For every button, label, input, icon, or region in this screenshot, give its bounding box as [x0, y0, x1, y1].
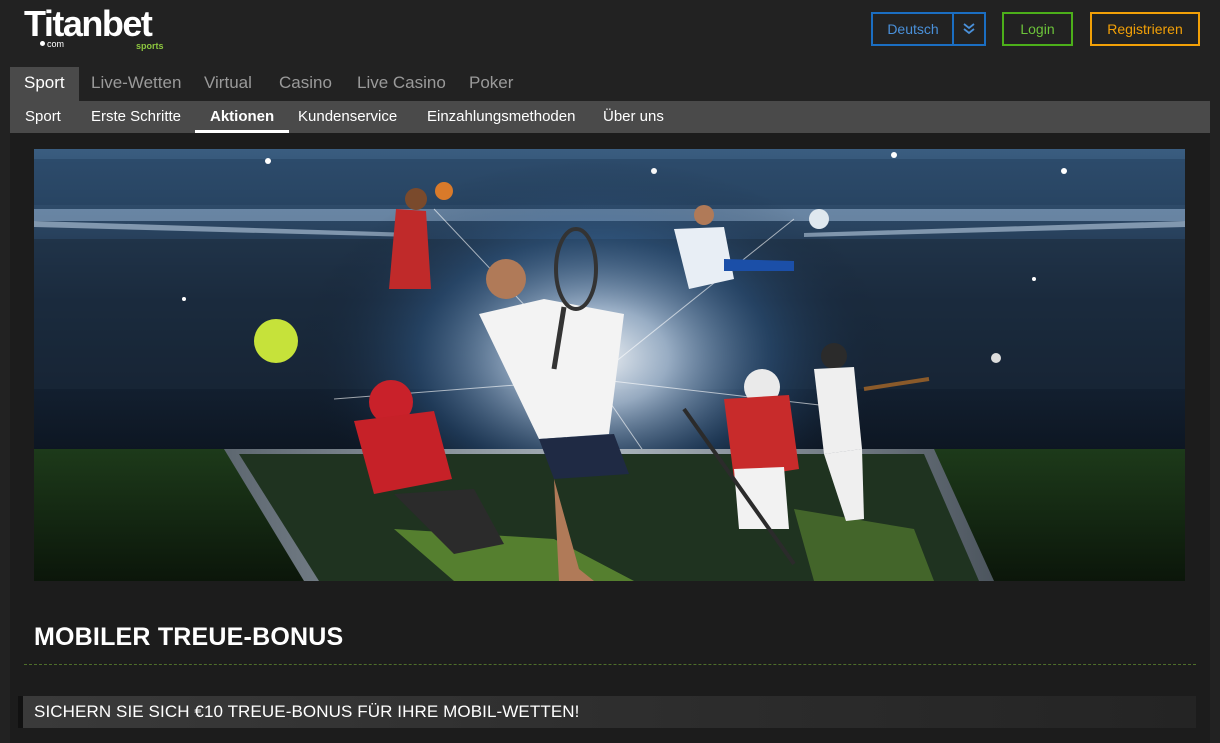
promo-headline-bar: SICHERN SIE SICH €10 TREUE-BONUS FÜR IHR… — [18, 696, 1196, 728]
tab-virtual[interactable]: Virtual — [190, 67, 266, 101]
login-button[interactable]: Login — [1002, 12, 1073, 46]
tab-poker[interactable]: Poker — [455, 67, 527, 101]
subnav-item-ueber-uns[interactable]: Über uns — [588, 101, 679, 133]
double-chevron-down-icon — [963, 23, 975, 35]
logo-com-suffix: com — [40, 39, 64, 49]
register-button[interactable]: Registrieren — [1090, 12, 1200, 46]
subnav-item-aktionen[interactable]: Aktionen — [195, 101, 290, 133]
tab-casino[interactable]: Casino — [265, 67, 346, 101]
page-title: MOBILER TREUE-BONUS — [34, 623, 344, 651]
title-divider — [24, 664, 1196, 665]
logo-sports-tag: sports — [136, 41, 164, 51]
logo-wordmark: Titanbet — [24, 3, 153, 44]
language-dropdown-toggle[interactable] — [952, 12, 986, 46]
tab-sport[interactable]: Sport — [10, 67, 79, 101]
tab-live-wetten[interactable]: Live-Wetten — [77, 67, 195, 101]
tab-live-casino[interactable]: Live Casino — [343, 67, 460, 101]
main-navigation: Sport Live-Wetten Virtual Casino Live Ca… — [0, 67, 1220, 101]
promo-headline: SICHERN SIE SICH €10 TREUE-BONUS FÜR IHR… — [34, 702, 580, 721]
promo-banner-image — [34, 149, 1185, 581]
subnav-item-kundenservice[interactable]: Kundenservice — [283, 101, 412, 133]
sports-collage-image — [34, 149, 1185, 581]
subnav-item-einzahlungsmethoden[interactable]: Einzahlungsmethoden — [412, 101, 590, 133]
site-header: Titanbet com sports Deutsch Login Regist… — [0, 0, 1220, 67]
titanbet-logo[interactable]: Titanbet com sports — [24, 4, 174, 52]
subnav-item-erste-schritte[interactable]: Erste Schritte — [76, 101, 196, 133]
subnav-item-sport[interactable]: Sport — [10, 101, 76, 133]
sub-navigation: Sport Erste Schritte Aktionen Kundenserv… — [10, 101, 1210, 133]
language-select-button[interactable]: Deutsch — [871, 12, 953, 46]
main-content: MOBILER TREUE-BONUS SICHERN SIE SICH €10… — [10, 133, 1210, 743]
